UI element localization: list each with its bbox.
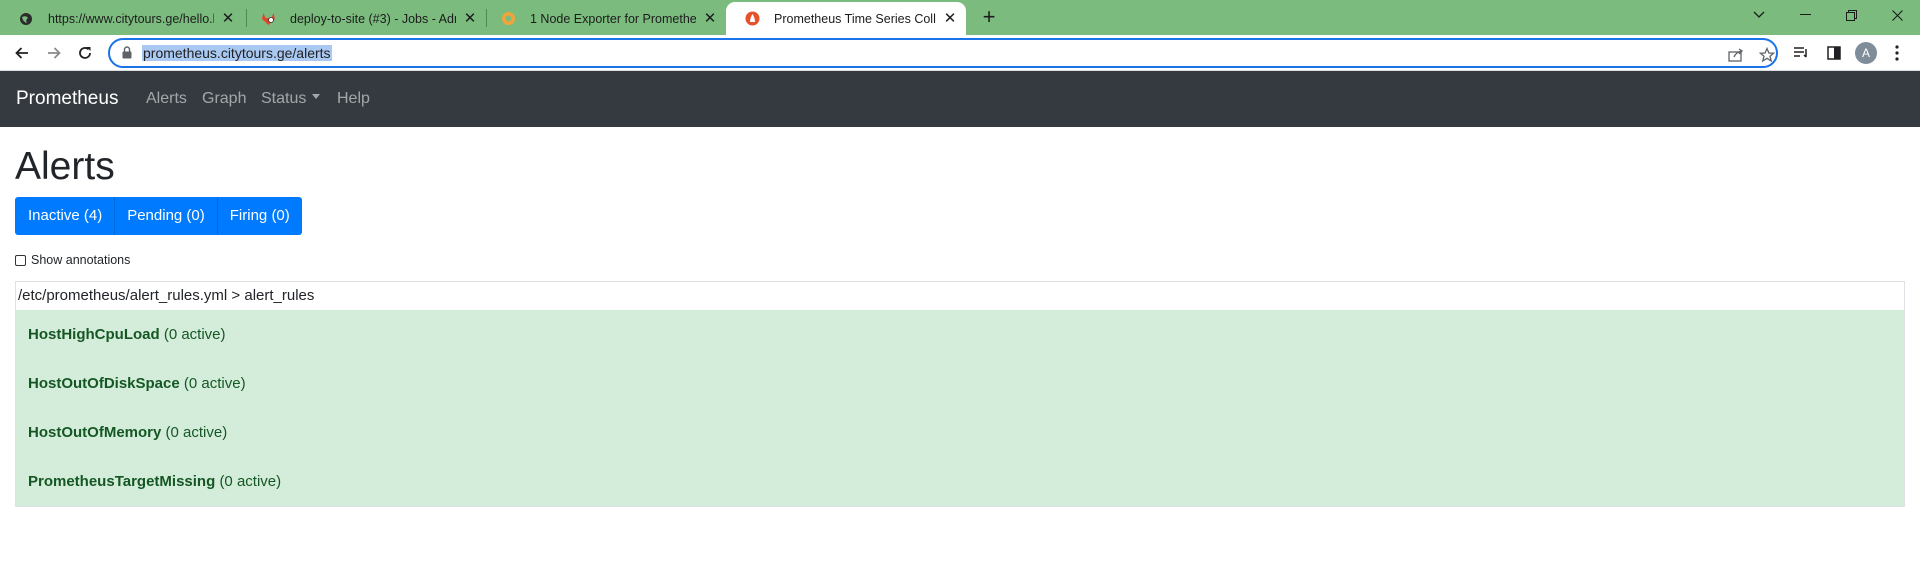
close-icon[interactable]: ✕ [462, 10, 478, 27]
restore-icon[interactable] [1828, 0, 1874, 30]
alert-rule-name: PrometheusTargetMissing [28, 473, 216, 490]
inactive-state-button[interactable]: Inactive (4) [15, 197, 116, 235]
side-panel-icon[interactable] [1822, 41, 1846, 65]
alert-rule-status: (0 active) [183, 375, 246, 392]
gitlab-icon [260, 11, 276, 27]
browser-tab-4-active[interactable]: Prometheus Time Series Collection ✕ [726, 2, 966, 35]
browser-tab-1[interactable]: https://www.citytours.ge/hello.htm ✕ [0, 2, 244, 35]
browser-toolbar: prometheus.citytours.ge/alerts A [0, 35, 1920, 71]
alert-rule-status: (0 active) [219, 473, 282, 490]
alert-rule-status: (0 active) [165, 424, 228, 441]
rule-group: /etc/prometheus/alert_rules.yml > alert_… [15, 281, 1905, 507]
reload-icon[interactable] [71, 39, 99, 67]
grafana-icon [500, 11, 516, 27]
new-tab-button[interactable]: + [976, 5, 1002, 31]
tab-title: deploy-to-site (#3) - Jobs - Admin [290, 11, 456, 26]
forward-icon[interactable] [40, 39, 68, 67]
alert-rule-row[interactable]: HostOutOfMemory (0 active) [16, 408, 1904, 457]
close-icon[interactable]: ✕ [220, 10, 236, 27]
alert-state-filter: Inactive (4) Pending (0) Firing (0) [15, 197, 302, 235]
reading-list-icon[interactable] [1789, 41, 1813, 65]
address-bar[interactable]: prometheus.citytours.ge/alerts [108, 38, 1778, 68]
tab-title: 1 Node Exporter for Prometheus [530, 11, 696, 26]
show-annotations-toggle[interactable]: Show annotations [15, 253, 130, 267]
nav-alerts[interactable]: Alerts [146, 90, 187, 108]
nav-status-dropdown[interactable]: Status [261, 90, 321, 108]
alert-rule-name: HostOutOfDiskSpace [28, 375, 180, 392]
browser-tab-2[interactable]: deploy-to-site (#3) - Jobs - Admin ✕ [242, 2, 486, 35]
show-annotations-label: Show annotations [31, 253, 131, 267]
prometheus-icon [744, 11, 760, 27]
rule-list: HostHighCpuLoad (0 active) HostOutOfDisk… [16, 310, 1904, 506]
nav-status-label: Status [261, 90, 307, 107]
lock-icon[interactable] [122, 46, 132, 64]
browser-tab-3[interactable]: 1 Node Exporter for Prometheus ✕ [482, 2, 726, 35]
close-window-icon[interactable] [1874, 0, 1920, 30]
page-title: Alerts [15, 145, 115, 188]
show-annotations-checkbox[interactable] [15, 254, 26, 266]
alert-rule-name: HostHighCpuLoad [28, 326, 160, 343]
nav-graph[interactable]: Graph [202, 90, 246, 108]
minimize-icon[interactable] [1782, 0, 1828, 30]
profile-avatar[interactable]: A [1855, 42, 1877, 64]
brand-link[interactable]: Prometheus [16, 88, 118, 110]
prometheus-navbar: Prometheus Alerts Graph Status Help [0, 71, 1920, 127]
tab-title: https://www.citytours.ge/hello.htm [48, 11, 214, 26]
firing-state-button[interactable]: Firing (0) [217, 197, 302, 235]
back-icon[interactable] [8, 39, 36, 67]
alert-rule-row[interactable]: PrometheusTargetMissing (0 active) [16, 457, 1904, 506]
globe-icon [18, 11, 34, 27]
close-icon[interactable]: ✕ [942, 10, 958, 27]
tab-title: Prometheus Time Series Collection [774, 11, 936, 26]
bookmark-star-icon[interactable] [1757, 45, 1777, 65]
alert-rule-row[interactable]: HostOutOfDiskSpace (0 active) [16, 359, 1904, 408]
pending-state-button[interactable]: Pending (0) [115, 197, 218, 235]
caret-down-icon [312, 94, 321, 100]
more-menu-icon[interactable] [1885, 41, 1909, 65]
close-icon[interactable]: ✕ [702, 10, 718, 27]
url-text[interactable]: prometheus.citytours.ge/alerts [142, 45, 332, 61]
alert-rule-name: HostOutOfMemory [28, 424, 162, 441]
browser-tab-strip: https://www.citytours.ge/hello.htm ✕ dep… [0, 0, 1920, 35]
share-icon[interactable] [1726, 45, 1746, 65]
tab-search-icon[interactable] [1736, 0, 1782, 30]
nav-help[interactable]: Help [337, 90, 370, 108]
alert-rule-status: (0 active) [163, 326, 226, 343]
rule-group-header: /etc/prometheus/alert_rules.yml > alert_… [16, 282, 1904, 310]
alert-rule-row[interactable]: HostHighCpuLoad (0 active) [16, 310, 1904, 359]
